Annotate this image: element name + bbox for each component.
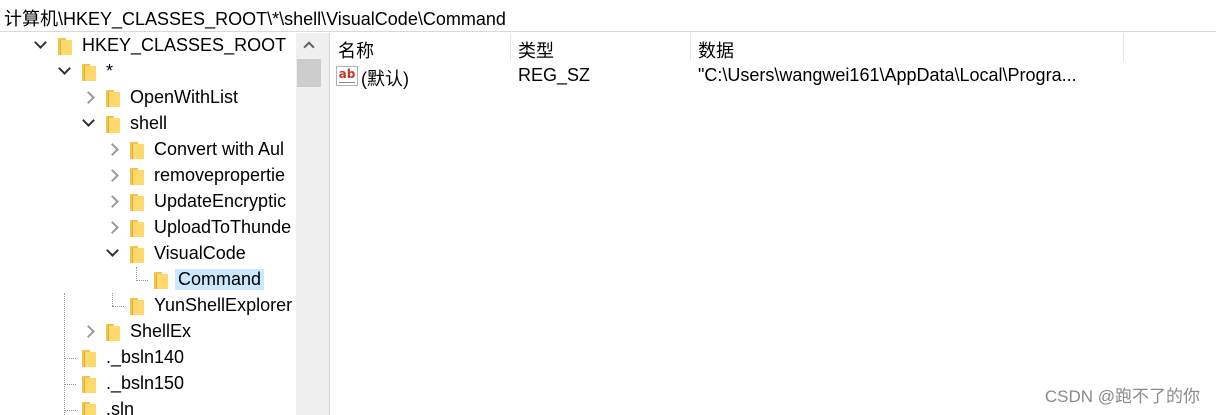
chevron-right-icon[interactable] [108,220,122,234]
folder-icon [106,324,120,341]
address-bar[interactable]: 计算机\HKEY_CLASSES_ROOT\*\shell\VisualCode… [0,0,1216,32]
tree-scrollbar[interactable] [296,33,322,415]
tree-item-yunshellexplorer[interactable]: YunShellExplorer [0,293,322,319]
tree-item-label: OpenWithList [130,87,239,107]
chevron-right-icon[interactable] [108,142,122,156]
folder-icon [82,350,96,367]
tree-item-uploadtothunder[interactable]: UploadToThunde [0,215,322,241]
folder-icon [82,64,96,81]
folder-icon [130,298,144,315]
tree-item-label: * [106,61,114,81]
tree-item-command[interactable]: Command [0,267,322,293]
tree-item-label: Convert with Aul [154,139,285,159]
chevron-right-icon[interactable] [108,168,122,182]
folder-icon [82,402,96,415]
tree-item-label: ._bsln140 [106,347,185,367]
values-list[interactable]: 名称 类型 数据 ab (默认) REG_SZ "C:\Users\wangwe… [331,33,1216,415]
folder-icon [58,38,72,55]
folder-icon [130,194,144,211]
tree-item-shellex[interactable]: ShellEx [0,319,322,345]
chevron-right-icon[interactable] [84,324,98,338]
tree-item-label: ShellEx [130,321,192,341]
chevron-down-icon[interactable] [82,116,96,130]
string-value-icon: ab [336,66,358,86]
tree-item-updateencryption[interactable]: UpdateEncryptic [0,189,322,215]
chevron-right-icon[interactable] [108,194,122,208]
tree-item-label: shell [130,113,168,133]
column-header-name[interactable]: 名称 [331,33,511,61]
scrollbar-thumb[interactable] [297,59,321,87]
tree-item-hkey-classes-root[interactable]: HKEY_CLASSES_ROOT [0,33,322,59]
tree-item-label: removepropertie [154,165,286,185]
tree-item-label: Command [175,269,265,290]
tree-item-label: VisualCode [154,243,246,263]
column-header-label: 类型 [518,41,554,61]
tree-item-label: HKEY_CLASSES_ROOT [82,35,287,55]
chevron-right-icon[interactable] [84,90,98,104]
tree-item-bsln140[interactable]: ._bsln140 [0,345,322,371]
chevron-down-icon[interactable] [58,64,72,78]
folder-icon [130,168,144,185]
pane-splitter[interactable] [322,33,330,415]
watermark: CSDN @跑不了的你 [1044,387,1200,406]
tree-item-removeproperties[interactable]: removepropertie [0,163,322,189]
column-header-label: 数据 [698,41,734,61]
tree-item-label: .sln [106,399,135,415]
tree-item-label: UploadToThunde [154,217,292,237]
tree-item-label: YunShellExplorer [154,295,293,315]
column-header-label: 名称 [338,41,374,61]
folder-icon [130,220,144,237]
value-data: "C:\Users\wangwei161\AppData\Local\Progr… [698,65,1077,85]
folder-icon [106,90,120,107]
value-row-default[interactable]: ab (默认) REG_SZ "C:\Users\wangwei161\AppD… [331,63,1216,91]
tree-item-label: UpdateEncryptic [154,191,287,211]
registry-tree[interactable]: HKEY_CLASSES_ROOT * OpenWithList shell C… [0,33,322,415]
value-name: (默认) [361,69,409,89]
value-type: REG_SZ [518,65,591,85]
tree-item-openwithlist[interactable]: OpenWithList [0,85,322,111]
tree-item-bsln150[interactable]: ._bsln150 [0,371,322,397]
folder-icon [154,272,168,289]
tree-item-label: ._bsln150 [106,373,185,393]
tree-item-sln[interactable]: .sln [0,397,322,415]
folder-icon [130,246,144,263]
scroll-up-arrow-icon[interactable] [296,33,322,57]
folder-icon [82,376,96,393]
column-header-data[interactable]: 数据 [691,33,1124,61]
folder-icon [106,116,120,133]
address-path[interactable]: 计算机\HKEY_CLASSES_ROOT\*\shell\VisualCode… [4,5,506,31]
tree-item-convert-with-aul[interactable]: Convert with Aul [0,137,322,163]
folder-icon [130,142,144,159]
chevron-down-icon[interactable] [106,246,120,260]
chevron-down-icon[interactable] [34,38,48,52]
tree-item-star[interactable]: * [0,59,322,85]
tree-item-visualcode[interactable]: VisualCode [0,241,322,267]
column-header-type[interactable]: 类型 [511,33,691,61]
tree-item-shell[interactable]: shell [0,111,322,137]
